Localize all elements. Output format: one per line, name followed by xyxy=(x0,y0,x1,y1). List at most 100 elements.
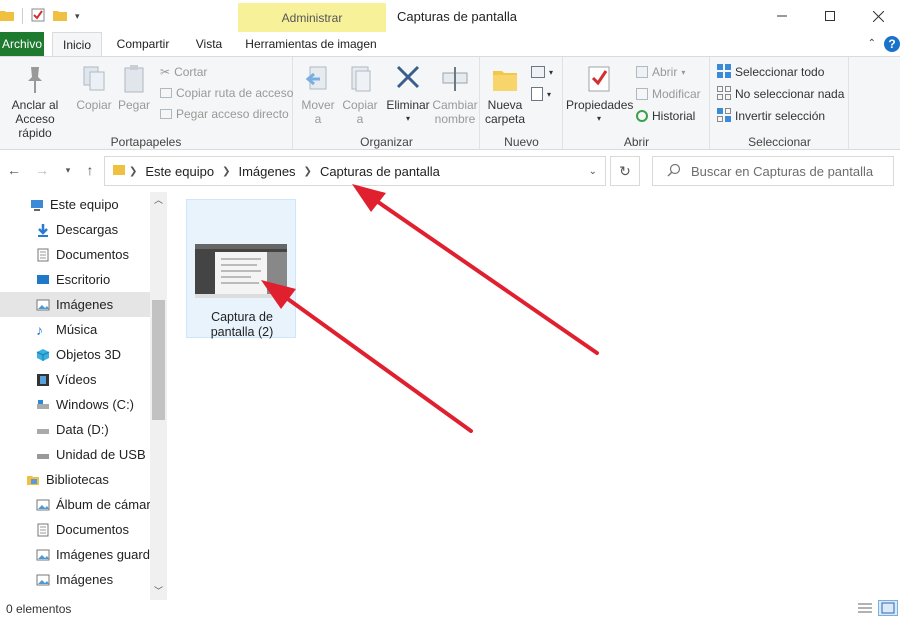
nav-item-videos[interactable]: Vídeos xyxy=(0,367,150,392)
select-none-button[interactable]: No seleccionar nada xyxy=(717,85,844,103)
paste-button[interactable]: Pegar xyxy=(116,63,152,112)
pictures-icon xyxy=(36,573,50,587)
group-seleccionar: Seleccionar todo No seleccionar nada Inv… xyxy=(711,57,849,151)
details-view-icon[interactable] xyxy=(858,602,872,617)
select-all-button[interactable]: Seleccionar todo xyxy=(717,63,824,81)
nav-item-album-camara[interactable]: Álbum de cámara xyxy=(0,492,150,517)
image-thumbnail xyxy=(195,244,287,298)
address-bar[interactable]: ❯ Este equipo ❯ Imágenes ❯ Capturas de p… xyxy=(104,156,606,186)
new-folder-button[interactable]: Nueva carpeta xyxy=(485,63,525,126)
properties-button[interactable]: Propiedades ▾ xyxy=(566,63,633,126)
tab-inicio[interactable]: Inicio xyxy=(52,32,102,56)
maximize-button[interactable] xyxy=(810,4,850,28)
tab-herramientas-de-imagen[interactable]: Herramientas de imagen xyxy=(240,32,382,56)
properties-icon[interactable] xyxy=(31,8,45,25)
navigation-bar: ← → ▾ ↑ ❯ Este equipo ❯ Imágenes ❯ Captu… xyxy=(0,150,900,192)
open-icon xyxy=(636,66,648,78)
tab-vista[interactable]: Vista xyxy=(186,32,232,56)
copy-button[interactable]: Copiar xyxy=(74,63,114,112)
history-button[interactable]: Historial xyxy=(636,107,695,125)
copy-path-icon xyxy=(160,88,172,98)
breadcrumb-separator-icon[interactable]: ❯ xyxy=(218,166,234,177)
group-nuevo: Nueva carpeta ▾ ▾ Nuevo xyxy=(481,57,563,151)
nav-item-musica[interactable]: ♪ Música xyxy=(0,317,150,342)
nav-item-este-equipo[interactable]: Este equipo xyxy=(0,192,150,217)
customize-dropdown-icon[interactable]: ▾ xyxy=(75,11,80,22)
breadcrumb-este-equipo[interactable]: Este equipo xyxy=(141,164,218,179)
breadcrumb-capturas[interactable]: Capturas de pantalla xyxy=(316,164,444,179)
breadcrumb-separator-icon[interactable]: ❯ xyxy=(125,166,141,177)
help-icon[interactable]: ? xyxy=(884,36,900,52)
select-none-icon xyxy=(717,85,731,103)
tab-compartir[interactable]: Compartir xyxy=(110,32,176,56)
usb-drive-icon xyxy=(36,448,50,462)
breadcrumb-imagenes[interactable]: Imágenes xyxy=(234,164,299,179)
invert-selection-button[interactable]: Invertir selección xyxy=(717,107,825,125)
address-dropdown-chevron-icon[interactable]: ⌄ xyxy=(589,166,597,177)
scroll-down-chevron-icon[interactable]: ﹀ xyxy=(150,583,167,600)
folder-icon[interactable] xyxy=(0,8,14,25)
cut-button[interactable]: ✂ Cortar xyxy=(160,63,207,81)
back-arrow-icon[interactable]: ← xyxy=(4,160,24,180)
collapse-ribbon-icon[interactable]: ⌃ xyxy=(868,38,876,49)
scrollbar-thumb[interactable] xyxy=(152,300,165,420)
drive-icon xyxy=(36,398,50,412)
breadcrumb-separator-icon[interactable]: ❯ xyxy=(300,166,316,177)
nav-item-escritorio[interactable]: Escritorio xyxy=(0,267,150,292)
recent-locations-chevron-icon[interactable]: ▾ xyxy=(58,160,78,180)
nav-item-descargas[interactable]: Descargas xyxy=(0,217,150,242)
pictures-icon xyxy=(36,298,50,312)
paste-shortcut-button[interactable]: Pegar acceso directo xyxy=(160,105,289,123)
minimize-button[interactable] xyxy=(762,4,802,28)
video-icon xyxy=(36,373,50,387)
group-label: Organizar xyxy=(360,135,413,149)
forward-arrow-icon[interactable]: → xyxy=(32,160,52,180)
close-button[interactable] xyxy=(858,4,898,28)
search-box[interactable] xyxy=(652,156,894,186)
nav-item-windows-c[interactable]: Windows (C:) xyxy=(0,392,150,417)
invert-selection-icon xyxy=(717,107,731,125)
new-folder-icon[interactable] xyxy=(53,8,67,25)
edit-button[interactable]: Modificar xyxy=(636,85,701,103)
rename-button[interactable]: Cambiar nombre xyxy=(432,63,478,126)
paste-icon xyxy=(124,65,144,93)
up-arrow-icon[interactable]: ↑ xyxy=(80,160,100,180)
nav-item-objetos-3d[interactable]: Objetos 3D xyxy=(0,342,150,367)
copy-to-button[interactable]: Copiar a xyxy=(342,63,378,126)
refresh-button[interactable]: ↻ xyxy=(610,156,640,186)
file-item[interactable]: Captura de pantalla (2) xyxy=(186,199,296,339)
nav-item-bibliotecas[interactable]: Bibliotecas xyxy=(0,467,150,492)
new-item-button[interactable]: ▾ xyxy=(531,63,553,81)
nav-pane-scrollbar[interactable]: ︿ ﹀ xyxy=(150,192,167,600)
group-organizar: Mover a Copiar a Eliminar ▾ Cambiar nomb… xyxy=(294,57,480,151)
nav-item-data-d[interactable]: Data (D:) xyxy=(0,417,150,442)
copy-path-button[interactable]: Copiar ruta de acceso xyxy=(160,84,293,102)
cube-icon xyxy=(36,348,50,362)
context-tab-administrar[interactable]: Administrar xyxy=(238,3,386,32)
folder-icon xyxy=(113,163,125,180)
nav-item-unidad-usb[interactable]: Unidad de USB (E xyxy=(0,442,150,467)
pictures-icon xyxy=(36,548,50,562)
group-label: Seleccionar xyxy=(748,135,811,149)
new-item-icon xyxy=(531,66,545,78)
pin-quick-access-button[interactable]: Anclar al Acceso rápido xyxy=(2,63,68,140)
nav-item-imagenes-guardadas[interactable]: Imágenes guarda xyxy=(0,542,150,567)
delete-button[interactable]: Eliminar ▾ xyxy=(386,63,430,126)
open-button[interactable]: Abrir ▾ xyxy=(636,63,685,81)
paste-shortcut-icon xyxy=(160,109,172,119)
scroll-up-chevron-icon[interactable]: ︿ xyxy=(150,192,167,209)
nav-item-documentos[interactable]: Documentos xyxy=(0,242,150,267)
computer-icon xyxy=(30,198,44,212)
move-to-icon xyxy=(305,66,327,90)
search-input[interactable] xyxy=(691,163,891,179)
group-label: Abrir xyxy=(623,135,650,149)
easy-access-button[interactable]: ▾ xyxy=(531,85,551,103)
large-icons-view-icon[interactable] xyxy=(878,600,898,616)
window-title: Capturas de pantalla xyxy=(397,9,517,24)
nav-item-imagenes[interactable]: Imágenes xyxy=(0,292,150,317)
nav-item-imagenes-lib[interactable]: Imágenes xyxy=(0,567,150,592)
nav-item-documentos-lib[interactable]: Documentos xyxy=(0,517,150,542)
tab-archivo[interactable]: Archivo xyxy=(0,32,44,56)
move-to-button[interactable]: Mover a xyxy=(300,63,336,126)
pictures-icon xyxy=(36,498,50,512)
